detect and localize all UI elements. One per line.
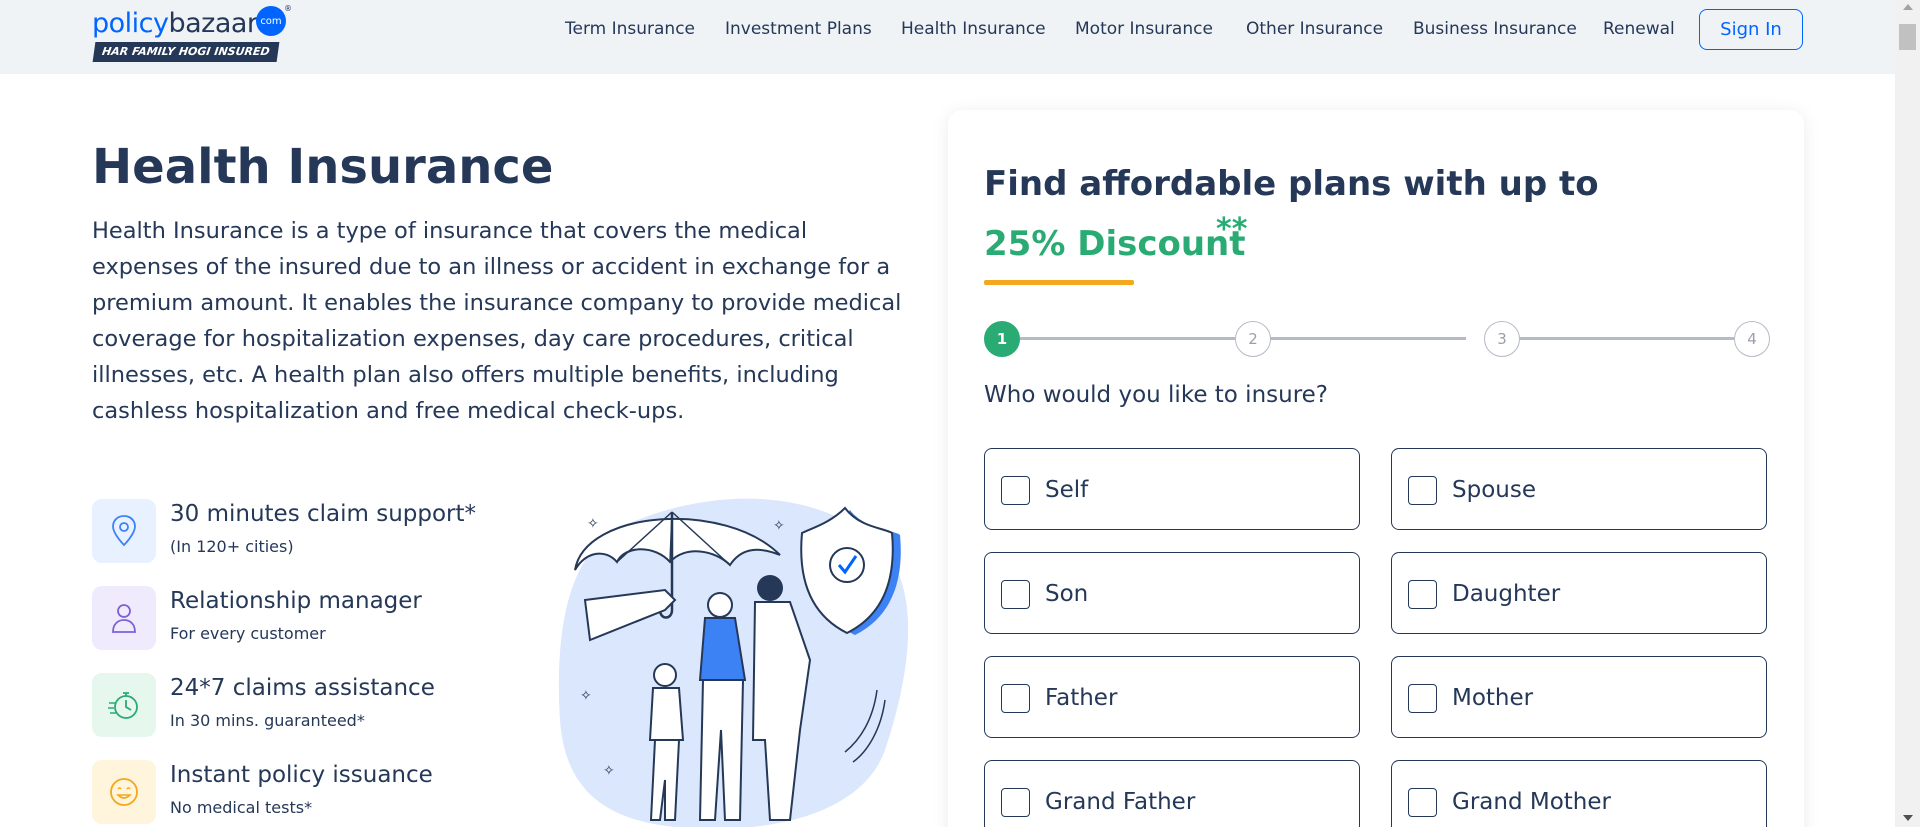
logo-wordmark: policybazaar — [92, 8, 258, 39]
sign-in-button[interactable]: Sign In — [1699, 9, 1803, 50]
step-connector — [1253, 337, 1466, 340]
scroll-down-arrow-icon[interactable] — [1903, 815, 1913, 821]
feature-title: 24*7 claims assistance — [170, 675, 435, 701]
checkbox[interactable] — [1001, 788, 1030, 817]
page-scrollbar[interactable] — [1895, 0, 1920, 827]
feature-claim-support: 30 minutes claim support* (In 120+ citie… — [92, 499, 542, 563]
logo-com-badge: com — [256, 6, 286, 36]
option-label: Father — [1045, 685, 1118, 711]
stopwatch-icon — [92, 673, 156, 737]
location-pin-icon — [92, 499, 156, 563]
svg-text:✧: ✧ — [580, 688, 592, 704]
smiley-icon — [92, 760, 156, 824]
step-4: 4 — [1734, 321, 1770, 357]
option-grand-mother[interactable]: Grand Mother — [1391, 760, 1767, 827]
checkbox[interactable] — [1001, 684, 1030, 713]
card-title: Find affordable plans with up to — [984, 164, 1599, 204]
page-title: Health Insurance — [92, 139, 554, 195]
checkbox[interactable] — [1408, 788, 1437, 817]
option-label: Grand Father — [1045, 789, 1196, 815]
checkbox[interactable] — [1001, 476, 1030, 505]
step-2: 2 — [1235, 321, 1271, 357]
option-grand-father[interactable]: Grand Father — [984, 760, 1360, 827]
svg-text:✧: ✧ — [587, 516, 599, 532]
svg-text:✧: ✧ — [773, 518, 785, 534]
nav-health-insurance[interactable]: Health Insurance — [901, 19, 1046, 39]
title-underline — [984, 280, 1134, 285]
nav-investment-plans[interactable]: Investment Plans — [725, 19, 872, 39]
checkbox[interactable] — [1408, 580, 1437, 609]
site-header: policybazaar com ® HAR FAMILY HOGI INSUR… — [0, 0, 1895, 74]
feature-subtitle: (In 120+ cities) — [170, 537, 294, 556]
nav-renewal[interactable]: Renewal — [1603, 19, 1675, 39]
option-mother[interactable]: Mother — [1391, 656, 1767, 738]
feature-claims-assistance: 24*7 claims assistance In 30 mins. guara… — [92, 673, 542, 737]
option-spouse[interactable]: Spouse — [1391, 448, 1767, 530]
page-description: Health Insurance is a type of insurance … — [92, 218, 902, 424]
progress-stepper: 1 2 3 4 — [984, 316, 1770, 357]
feature-subtitle: For every customer — [170, 624, 326, 643]
step-connector — [1502, 337, 1734, 340]
option-daughter[interactable]: Daughter — [1391, 552, 1767, 634]
discount-footnote-mark: ** — [1216, 212, 1248, 247]
nav-other-insurance[interactable]: Other Insurance — [1246, 19, 1383, 39]
question-label: Who would you like to insure? — [984, 382, 1329, 408]
option-label: Self — [1045, 477, 1089, 503]
checkbox[interactable] — [1408, 684, 1437, 713]
scroll-thumb[interactable] — [1899, 24, 1916, 50]
logo-registered-mark: ® — [284, 4, 292, 13]
user-icon — [92, 586, 156, 650]
feature-instant-issuance: Instant policy issuance No medical tests… — [92, 760, 542, 824]
checkbox[interactable] — [1408, 476, 1437, 505]
policybazaar-logo[interactable]: policybazaar com ® HAR FAMILY HOGI INSUR… — [92, 4, 302, 62]
step-connector — [1020, 337, 1235, 340]
feature-title: Instant policy issuance — [170, 762, 433, 788]
nav-business-insurance[interactable]: Business Insurance — [1413, 19, 1577, 39]
plan-finder-card: Find affordable plans with up to 25% Dis… — [948, 110, 1804, 827]
discount-text: 25% Discount — [984, 224, 1246, 264]
option-label: Mother — [1452, 685, 1534, 711]
logo-word-bazaar: bazaar — [168, 8, 258, 39]
family-umbrella-illustration: ✧ ✧ ✧ ✧ — [555, 490, 915, 827]
logo-tagline: HAR FAMILY HOGI INSURED — [92, 42, 279, 62]
feature-title: 30 minutes claim support* — [170, 501, 477, 527]
option-son[interactable]: Son — [984, 552, 1360, 634]
feature-subtitle: No medical tests* — [170, 798, 313, 817]
option-self[interactable]: Self — [984, 448, 1360, 530]
step-3: 3 — [1484, 321, 1520, 357]
checkbox[interactable] — [1001, 580, 1030, 609]
option-father[interactable]: Father — [984, 656, 1360, 738]
nav-term-insurance[interactable]: Term Insurance — [565, 19, 695, 39]
option-label: Grand Mother — [1452, 789, 1611, 815]
svg-text:✧: ✧ — [603, 763, 615, 779]
nav-motor-insurance[interactable]: Motor Insurance — [1075, 19, 1213, 39]
scroll-up-arrow-icon[interactable] — [1903, 4, 1913, 10]
option-label: Daughter — [1452, 581, 1561, 607]
logo-word-policy: policy — [92, 8, 169, 39]
feature-subtitle: In 30 mins. guaranteed* — [170, 711, 365, 730]
feature-title: Relationship manager — [170, 588, 422, 614]
option-label: Spouse — [1452, 477, 1536, 503]
step-1: 1 — [984, 321, 1020, 357]
option-label: Son — [1045, 581, 1089, 607]
feature-relationship-manager: Relationship manager For every customer — [92, 586, 542, 650]
